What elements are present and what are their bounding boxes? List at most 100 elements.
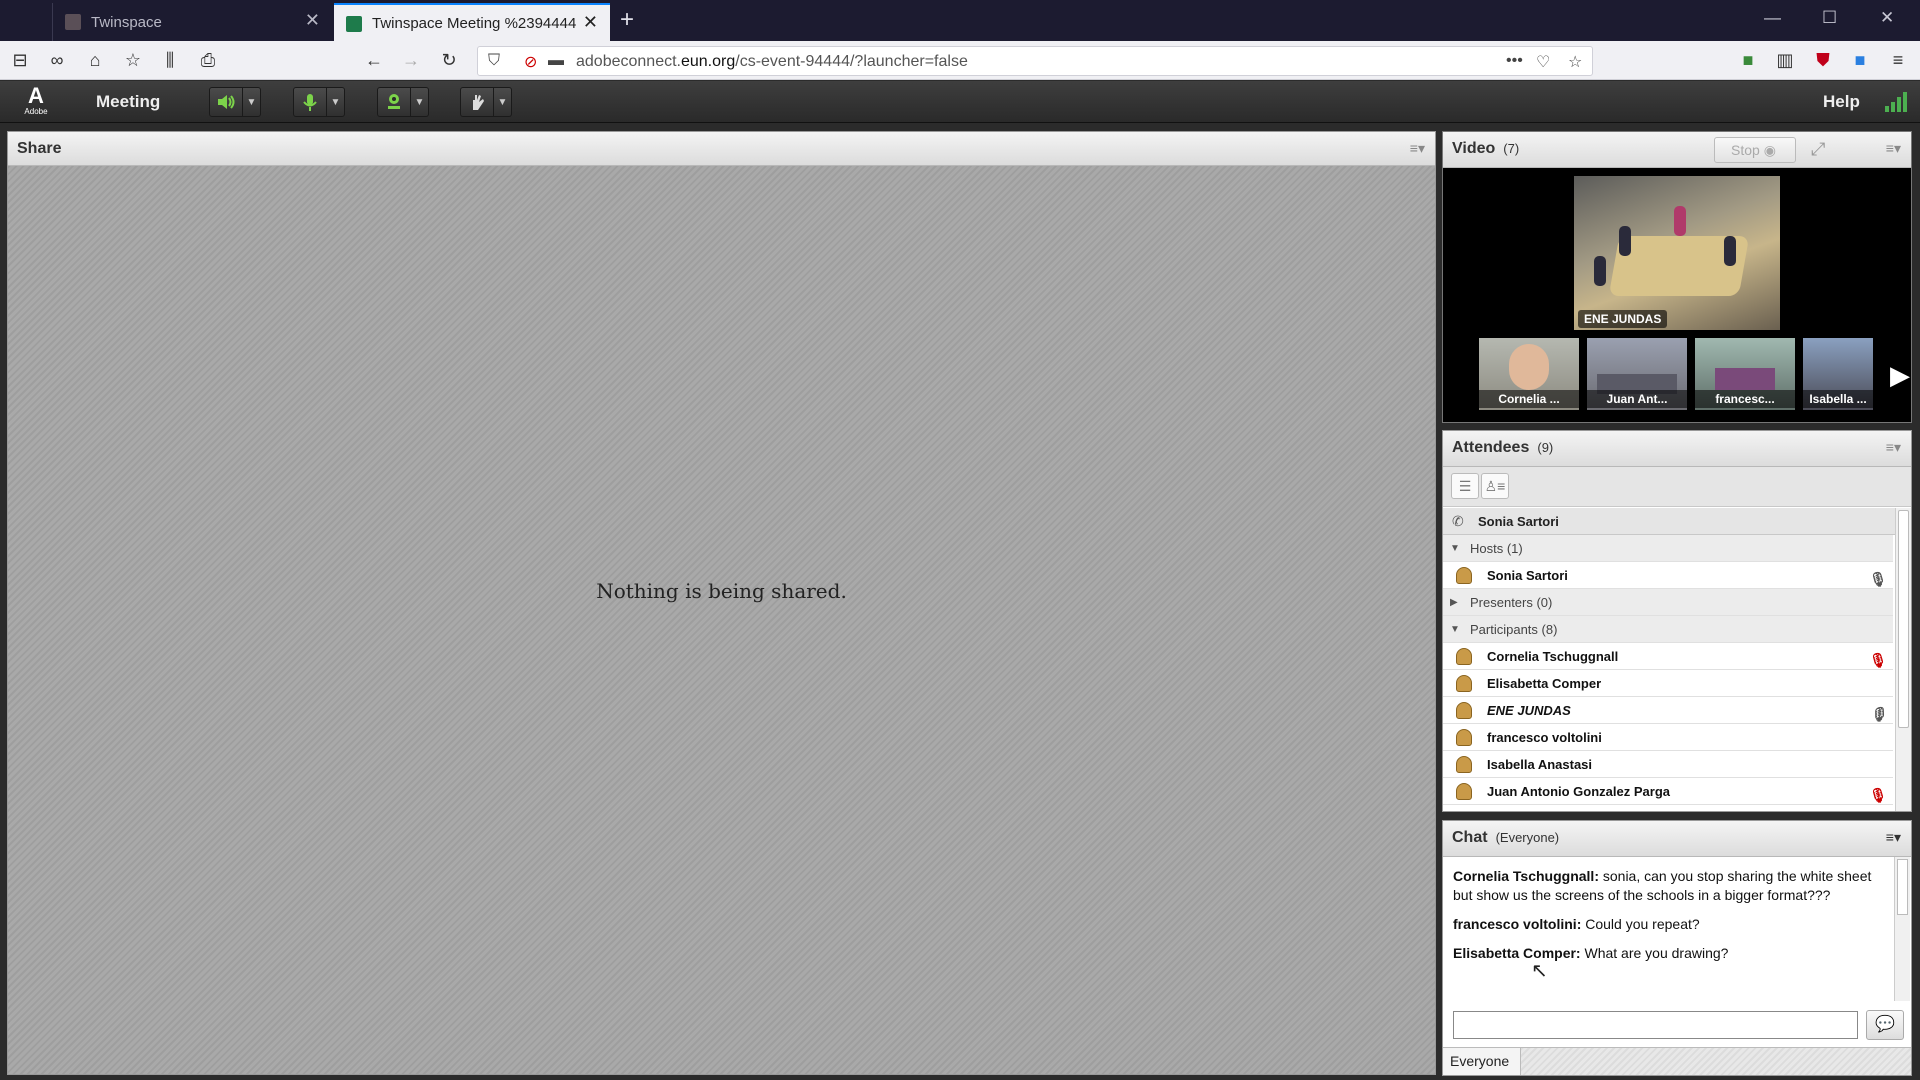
video-name-label: francesc... [1695,390,1795,408]
adobe-logo: A Adobe [24,83,48,117]
fullscreen-icon[interactable]: ⤢ [1811,139,1825,160]
meeting-toolbar: A Adobe Meeting ▼ ▼ ▼ ▼ Help [0,81,1920,123]
status-view-icon[interactable]: ♙≡ [1481,473,1509,499]
group-presenters[interactable]: ▶ Presenters (0) [1443,589,1893,616]
bookmark-icon[interactable]: ☆ [1568,52,1582,72]
bookmark-star-icon[interactable]: ☆ [122,49,144,71]
minimize-icon[interactable]: — [1764,8,1781,28]
user-icon [1456,567,1472,584]
reader-view-icon[interactable]: ▥ [1774,49,1796,71]
raise-hand-icon[interactable] [460,87,494,117]
url-bar[interactable]: ⛉ ⊘ ▬ adobeconnect.eun.org/cs-event-9444… [477,46,1593,76]
attendees-pod: Attendees (9) ≡▾ ☰ ♙≡ ✆ Sonia Sartori ▼ Ho… [1442,430,1912,812]
maximize-icon[interactable]: ☐ [1822,8,1837,28]
library-icon[interactable]: ⫼ [159,49,181,71]
speech-bubble-icon: 💬 [1875,1016,1895,1033]
attendee-row[interactable]: Sonia Sartori 🎙 [1443,562,1893,589]
attendee-row[interactable]: Juan Antonio Gonzalez Parga 🎙 [1443,778,1893,805]
chat-text: Could you repeat? [1585,916,1700,932]
attendee-name: francesco voltolini [1487,730,1602,745]
video-name-label: ENE JUNDAS [1578,310,1668,328]
chat-text: What are you drawing? [1584,945,1729,961]
pod-menu-icon[interactable]: ≡▾ [1410,140,1425,157]
attendee-row[interactable]: francesco voltolini [1443,724,1893,751]
pod-menu-icon[interactable]: ≡▾ [1886,140,1901,157]
active-speaker-row[interactable]: ✆ Sonia Sartori [1443,508,1895,535]
attendee-row[interactable]: Cornelia Tschuggnall 🎙 [1443,643,1893,670]
hamburger-menu-icon[interactable]: ≡ [1887,49,1909,71]
video-thumbnail[interactable]: Isabella ... [1803,338,1873,410]
zoom-extension-icon[interactable]: ■ [1849,49,1871,71]
share-pod-header: Share ≡▾ [8,132,1435,166]
lock-icon[interactable]: ▬ [548,52,564,70]
video-pod-header: Video (7) Stop ◉ ⤢ ≡▾ [1443,132,1911,168]
private-mask-icon[interactable]: ∞ [46,49,68,71]
speaker-icon[interactable] [209,87,243,117]
print-icon[interactable]: ⎙ [197,49,219,71]
home-icon[interactable]: ⌂ [84,49,106,71]
ublock-icon[interactable]: ⛊ [1812,49,1834,71]
attendee-name: Isabella Anastasi [1487,757,1593,772]
new-tab-icon[interactable]: + [620,6,634,34]
close-tab-icon[interactable]: ✕ [305,11,320,29]
video-name-label: Cornelia ... [1479,390,1579,408]
meeting-menu[interactable]: Meeting [96,92,160,112]
user-icon [1456,648,1472,665]
chat-pod: Chat (Everyone) ≡▾ Cornelia Tschuggnall: … [1442,820,1912,1076]
tab-twinspace[interactable]: Twinspace ✕ [52,3,332,41]
chat-input[interactable] [1453,1011,1858,1039]
chat-message: francesco voltolini: Could you repeat? [1453,915,1888,934]
back-icon[interactable]: ← [363,49,385,71]
attendee-scrollbar[interactable] [1895,508,1911,811]
chat-scrollbar[interactable] [1894,857,1910,1001]
group-participants[interactable]: ▼ Participants (8) [1443,616,1893,643]
browser-tab-bar: Twinspace ✕ Twinspace Meeting %2394444 ✕… [0,0,1920,41]
pod-title: Chat (Everyone) [1452,829,1560,846]
attendee-row[interactable]: Elisabetta Comper [1443,670,1893,697]
attendee-row[interactable]: Isabella Anastasi [1443,751,1893,778]
pocket-icon[interactable]: ♡ [1536,52,1550,72]
microphone-muted-icon: 🎙 [1869,787,1887,803]
webcam-icon[interactable] [377,87,411,117]
window-close-icon[interactable]: ✕ [1880,8,1894,28]
chevron-down-icon[interactable]: ▼ [243,87,261,117]
attendee-name: Sonia Sartori [1487,568,1568,583]
chevron-down-icon[interactable]: ▼ [494,87,512,117]
webcam-icon: ◉ [1763,142,1776,158]
tab-twinspace-meeting[interactable]: Twinspace Meeting %2394444 ✕ [334,3,610,41]
send-message-button[interactable]: 💬 [1866,1010,1904,1040]
blocked-autoplay-icon[interactable]: ⊘ [524,52,537,72]
chat-pod-header: Chat (Everyone) ≡▾ [1443,821,1911,857]
microphone-icon[interactable] [293,87,327,117]
scrollbar-thumb[interactable] [1897,859,1908,915]
page-actions-icon[interactable]: ••• [1506,52,1523,70]
chevron-down-icon: ▼ [1450,543,1460,554]
chat-recipient-tab[interactable]: Everyone [1443,1048,1521,1075]
forward-icon[interactable]: → [400,49,422,71]
shield-icon[interactable]: ⛉ [488,52,500,70]
reload-icon[interactable]: ↻ [438,49,460,71]
close-tab-icon[interactable]: ✕ [583,13,598,31]
main-video-feed[interactable]: ENE JUNDAS [1574,176,1780,330]
help-menu[interactable]: Help [1823,92,1860,112]
group-hosts[interactable]: ▼ Hosts (1) [1443,535,1893,562]
next-video-arrow-icon[interactable]: ▶ [1890,360,1910,391]
chevron-down-icon[interactable]: ▼ [327,87,345,117]
stop-video-button[interactable]: Stop ◉ [1714,137,1796,163]
url-text: adobeconnect.eun.org/cs-event-94444/?lau… [576,53,968,70]
chat-sender: francesco voltolini: [1453,916,1582,932]
video-thumbnail[interactable]: Cornelia ... [1479,338,1579,410]
sidebar-toggle-icon[interactable]: ⊟ [9,49,31,71]
attendee-row[interactable]: ENE JUNDAS 🎙 [1443,697,1893,724]
pod-menu-icon[interactable]: ≡▾ [1886,829,1901,846]
video-thumbnail[interactable]: francesc... [1695,338,1795,410]
video-thumbnail[interactable]: Juan Ant... [1587,338,1687,410]
chevron-down-icon[interactable]: ▼ [411,87,429,117]
pod-menu-icon[interactable]: ≡▾ [1886,439,1901,456]
share-pod: Share ≡▾ Nothing is being shared. [7,131,1436,1075]
extension-icon[interactable]: ■ [1737,49,1759,71]
list-view-icon[interactable]: ☰ [1451,473,1479,499]
connection-signal-icon[interactable] [1884,89,1910,113]
attendee-list: ✆ Sonia Sartori ▼ Hosts (1) Sonia Sartori… [1443,508,1911,811]
scrollbar-thumb[interactable] [1898,510,1909,728]
